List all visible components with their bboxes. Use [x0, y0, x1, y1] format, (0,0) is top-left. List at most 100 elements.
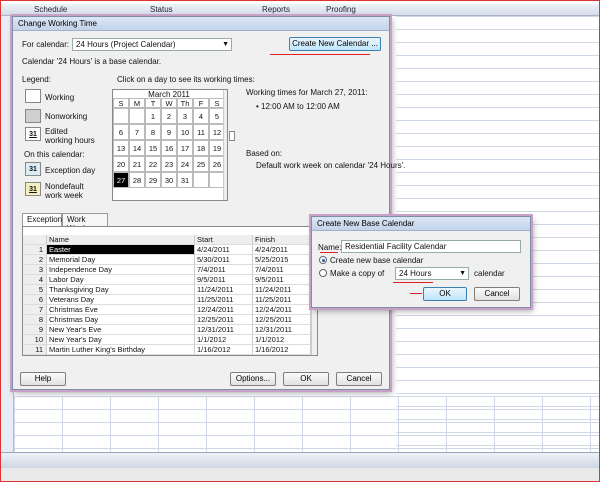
menu-schedule[interactable]: Schedule — [34, 5, 67, 14]
row-name: New Year's Day — [47, 335, 195, 345]
exceptions-table[interactable]: Name Start Finish 1 Easter 4/24/2011 4/24/2… — [22, 226, 318, 356]
for-calendar-combo[interactable]: 24 Hours (Project Calendar) ▼ — [72, 38, 232, 51]
working-times-item: • 12:00 AM to 12:00 AM — [256, 102, 340, 111]
calendar-day[interactable]: 21 — [129, 156, 145, 172]
weekday-3: W — [161, 98, 177, 108]
calendar-day[interactable]: 27 — [113, 172, 129, 188]
row-finish: 1/1/2012 — [253, 335, 311, 345]
copy-calendar-value: 24 Hours — [399, 269, 432, 278]
table-row[interactable]: 1 Easter 4/24/2011 4/24/2011 — [23, 245, 313, 255]
legend-nondefault: Nondefault work week — [45, 182, 84, 200]
calendar-days-grid[interactable]: 1 2 3 4 5 6 7 8 9 10 11 12 13 14 15 16 17 18 19 20 21 22 23 24 2… — [113, 108, 225, 188]
calendar-day[interactable]: 4 — [193, 108, 209, 124]
calendar-day[interactable]: 10 — [177, 124, 193, 140]
calendar-day[interactable]: 2 — [161, 108, 177, 124]
calendar-day[interactable] — [193, 172, 209, 188]
row-finish: 12/25/2011 — [253, 315, 311, 325]
new-calendar-title: Create New Base Calendar — [312, 217, 530, 231]
calendar-day[interactable]: 8 — [145, 124, 161, 140]
month-calendar[interactable]: March 2011 S M T W Th F S 1 2 3 4 5 6 7 8 9 10 11 12 13 14 1… — [112, 89, 228, 201]
weekday-0: S — [113, 98, 129, 108]
tab-exceptions[interactable]: Exceptions — [22, 213, 66, 226]
calendar-scrollbar[interactable] — [223, 90, 227, 200]
calendar-day[interactable]: 1 — [145, 108, 161, 124]
radio-create-new[interactable] — [319, 256, 327, 264]
calendar-day[interactable]: 3 — [177, 108, 193, 124]
calendar-day[interactable]: 14 — [129, 140, 145, 156]
calendar-day[interactable]: 23 — [161, 156, 177, 172]
nondefault-swatch: 31 — [25, 182, 41, 196]
create-new-calendar-button[interactable]: Create New Calendar ... — [289, 37, 381, 51]
table-row[interactable]: 3 Independence Day 7/4/2011 7/4/2011 — [23, 265, 313, 275]
legend-title: Legend: — [22, 75, 51, 84]
calendar-scroll-thumb[interactable] — [229, 131, 235, 141]
calendar-day[interactable]: 28 — [129, 172, 145, 188]
row-start: 12/24/2011 — [195, 305, 253, 315]
calendar-day[interactable]: 6 — [113, 124, 129, 140]
options-button[interactable]: Options... — [230, 372, 276, 386]
calendar-day[interactable] — [113, 108, 129, 124]
table-row[interactable]: 4 Labor Day 9/5/2011 9/5/2011 — [23, 275, 313, 285]
row-finish: 12/24/2011 — [253, 305, 311, 315]
radio-make-copy-label: Make a copy of — [330, 269, 385, 278]
click-day-hint: Click on a day to see its working times: — [117, 75, 255, 84]
table-row[interactable]: 7 Christmas Eve 12/24/2011 12/24/2011 — [23, 305, 313, 315]
help-button[interactable]: Help — [20, 372, 66, 386]
calendar-day[interactable]: 16 — [161, 140, 177, 156]
tab-work-weeks[interactable]: Work Weeks — [62, 213, 108, 233]
header-index — [23, 235, 47, 245]
calendar-name-input[interactable]: Residential Facility Calendar — [341, 240, 521, 253]
new-calendar-ok-button[interactable]: OK — [423, 287, 467, 301]
weekday-2: T — [145, 98, 161, 108]
calendar-day[interactable]: 9 — [161, 124, 177, 140]
radio-make-copy[interactable] — [319, 269, 327, 277]
background-status-bar — [0, 452, 600, 468]
red-annotation-ok — [410, 293, 422, 294]
table-row[interactable]: 10 New Year's Day 1/1/2012 1/1/2012 — [23, 335, 313, 345]
row-start: 11/24/2011 — [195, 285, 253, 295]
calendar-day[interactable]: 25 — [193, 156, 209, 172]
row-index: 6 — [23, 295, 47, 305]
table-row[interactable]: 11 Martin Luther King's Birthday 1/16/2012… — [23, 345, 313, 355]
calendar-day[interactable]: 11 — [193, 124, 209, 140]
calendar-day[interactable]: 24 — [177, 156, 193, 172]
table-row[interactable]: 2 Memorial Day 5/30/2011 5/25/2015 — [23, 255, 313, 265]
calendar-day[interactable]: 20 — [113, 156, 129, 172]
row-start: 11/25/2011 — [195, 295, 253, 305]
row-index: 9 — [23, 325, 47, 335]
table-row[interactable]: 8 Christmas Day 12/25/2011 12/25/2011 — [23, 315, 313, 325]
working-times-title: Working times for March 27, 2011: — [246, 88, 368, 97]
background-taskbar — [0, 468, 600, 482]
calendar-day[interactable]: 30 — [161, 172, 177, 188]
calendar-day[interactable]: 17 — [177, 140, 193, 156]
menu-reports[interactable]: Reports — [262, 5, 290, 14]
table-row[interactable]: 9 New Year's Eve 12/31/2011 12/31/2011 — [23, 325, 313, 335]
dialog-title: Change Working Time — [13, 17, 389, 31]
row-index: 10 — [23, 335, 47, 345]
calendar-day[interactable]: 22 — [145, 156, 161, 172]
new-calendar-cancel-button[interactable]: Cancel — [474, 287, 520, 301]
table-row[interactable]: 6 Veterans Day 11/25/2011 11/25/2011 — [23, 295, 313, 305]
copy-calendar-combo[interactable]: 24 Hours ▼ — [395, 267, 469, 280]
background-ribbon: Schedule Status Reports Proofing — [0, 4, 600, 16]
red-annotation-copy — [393, 282, 433, 283]
calendar-day[interactable] — [129, 108, 145, 124]
menu-status[interactable]: Status — [150, 5, 173, 14]
copy-calendar-suffix: calendar — [474, 269, 505, 278]
calendar-day[interactable]: 13 — [113, 140, 129, 156]
calendar-day[interactable]: 18 — [193, 140, 209, 156]
table-row[interactable]: 5 Thanksgiving Day 11/24/2011 11/24/2011 — [23, 285, 313, 295]
calendar-day[interactable]: 31 — [177, 172, 193, 188]
edited-swatch: 31 — [25, 127, 41, 141]
row-name: New Year's Eve — [47, 325, 195, 335]
row-index: 1 — [23, 245, 47, 255]
row-name: Martin Luther King's Birthday — [47, 345, 195, 355]
calendar-day[interactable]: 7 — [129, 124, 145, 140]
menu-proofing[interactable]: Proofing — [326, 5, 356, 14]
cancel-button[interactable]: Cancel — [336, 372, 382, 386]
row-name: Easter — [47, 245, 195, 255]
ok-button[interactable]: OK — [283, 372, 329, 386]
legend-exception: Exception day — [45, 166, 96, 175]
calendar-day[interactable]: 15 — [145, 140, 161, 156]
calendar-day[interactable]: 29 — [145, 172, 161, 188]
